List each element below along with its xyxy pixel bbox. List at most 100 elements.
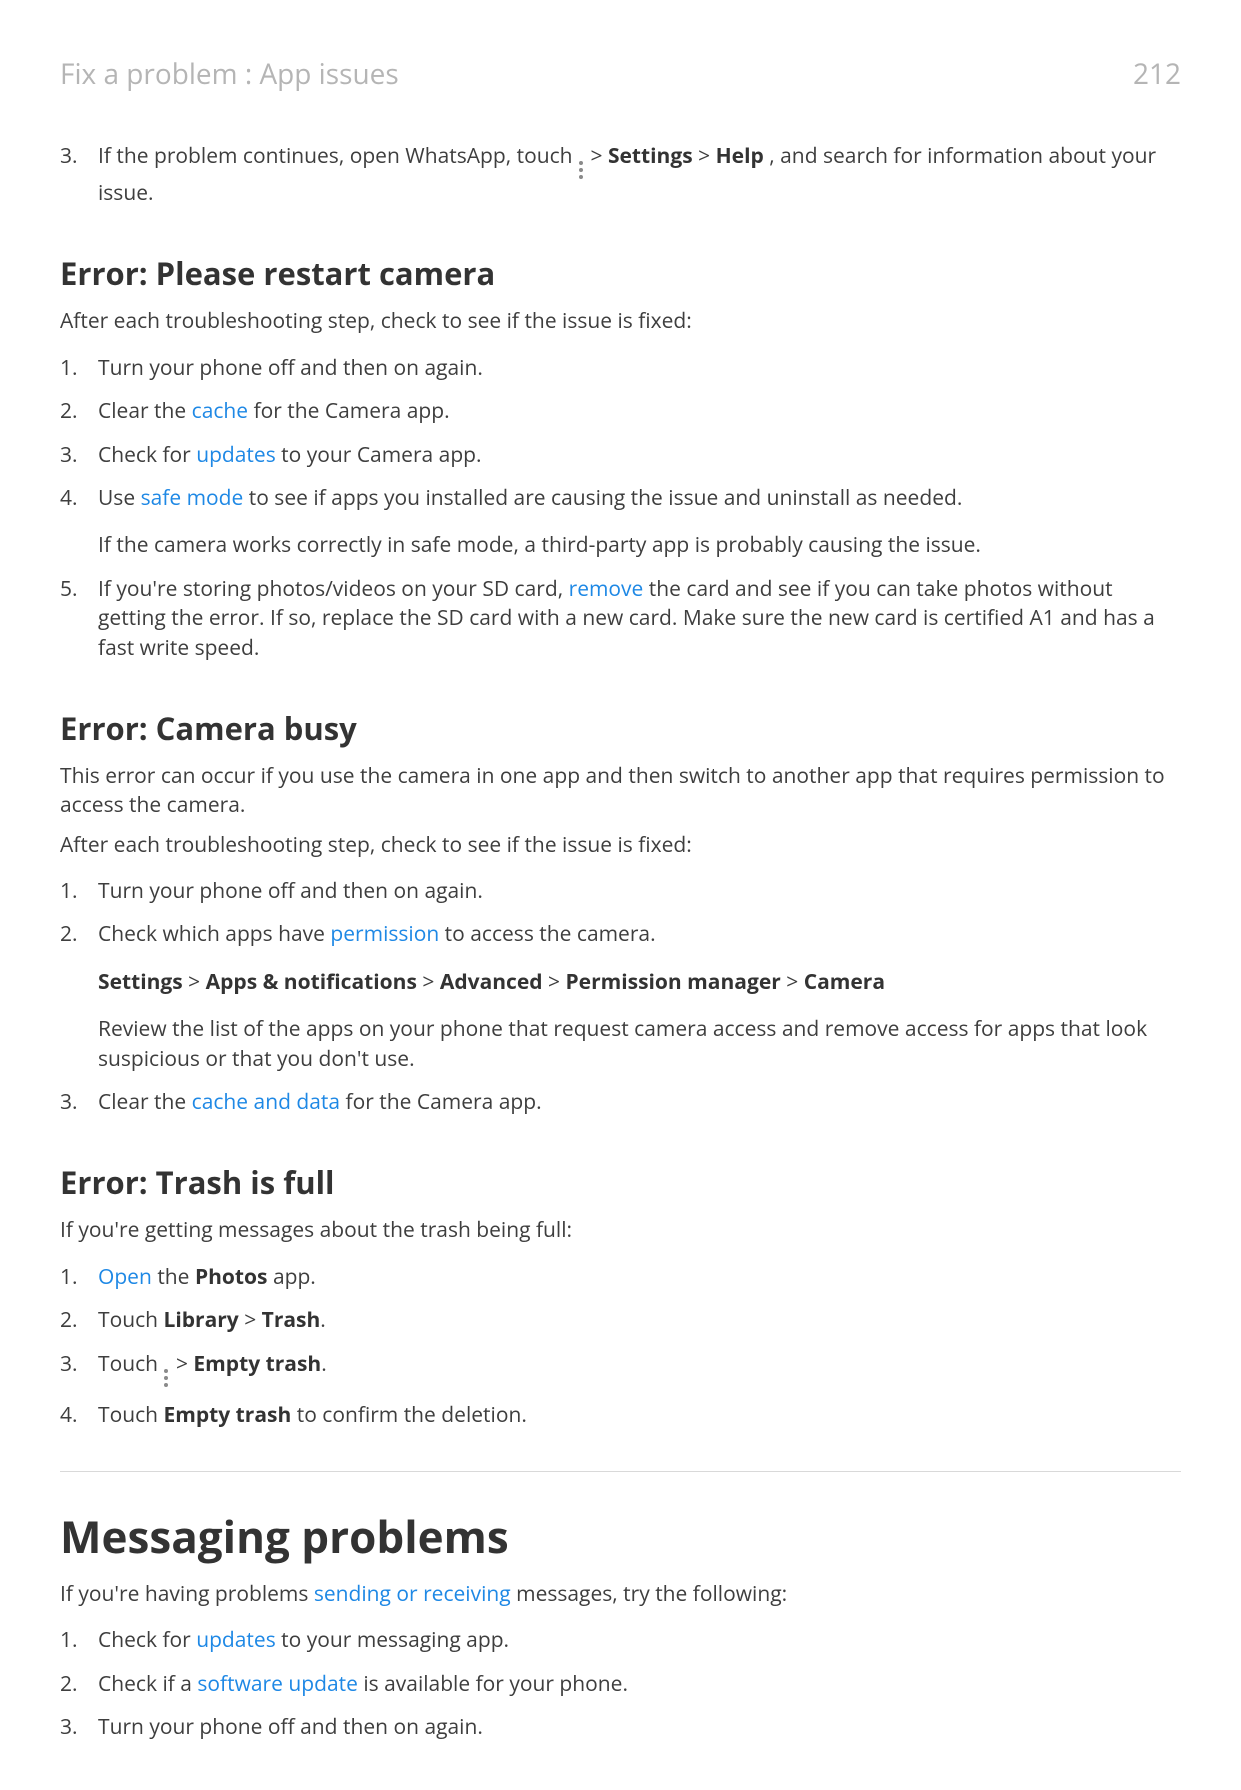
heading-trash-full: Error: Trash is full (60, 1162, 1181, 1204)
messaging-list: 1. Check for updates to your messaging a… (60, 1619, 1181, 1749)
link-cache-data[interactable]: cache and data (192, 1088, 340, 1116)
text: Touch (98, 1306, 163, 1334)
paragraph: If you're having problems sending or rec… (60, 1580, 1181, 1609)
text: Check for (98, 1626, 196, 1654)
list-item: 3. Check for updates to your Camera app. (60, 434, 1181, 477)
sep: > (176, 1350, 193, 1378)
text: If you're having problems (60, 1580, 314, 1608)
bold: Apps & notifications (206, 968, 417, 996)
list-item: 2. Check if a software update is availab… (60, 1663, 1181, 1706)
bold: Settings (608, 142, 693, 170)
list-item: 3. Touch > Empty trash. (60, 1343, 1181, 1394)
list-body: Turn your phone off and then on again. (98, 1713, 1181, 1742)
page-header: Fix a problem : App issues 212 (60, 55, 1181, 93)
sub-paragraph: If the camera works correctly in safe mo… (98, 531, 1181, 560)
list-number: 1. (60, 1263, 98, 1292)
list-number: 1. (60, 877, 98, 906)
list-body: Turn your phone off and then on again. (98, 877, 1181, 906)
list-item: 1. Check for updates to your messaging a… (60, 1619, 1181, 1662)
list-body: Touch Empty trash to confirm the deletio… (98, 1401, 1181, 1430)
link-open[interactable]: Open (98, 1263, 152, 1291)
page: Fix a problem : App issues 212 3. If the… (0, 0, 1241, 1790)
list-number: 1. (60, 354, 98, 383)
text: to your Camera app. (276, 441, 482, 469)
list-number: 3. (60, 1713, 98, 1742)
more-vert-icon (164, 1369, 169, 1387)
sep: > (781, 968, 804, 996)
list-number: 5. (60, 575, 98, 663)
divider (60, 1471, 1181, 1472)
link-settings[interactable]: Settings (98, 968, 183, 996)
sub-paragraph: Review the list of the apps on your phon… (98, 1015, 1181, 1074)
paragraph: After each troubleshooting step, check t… (60, 831, 1181, 860)
bold: Empty trash (193, 1350, 321, 1378)
list-number: 2. (60, 1670, 98, 1699)
restart-camera-list: 1. Turn your phone off and then on again… (60, 347, 1181, 670)
paragraph: If you're getting messages about the tra… (60, 1216, 1181, 1245)
breadcrumb: Fix a problem : App issues (60, 55, 399, 93)
camera-busy-list: 1. Turn your phone off and then on again… (60, 870, 1181, 1124)
text: is available for your phone. (358, 1670, 628, 1698)
list-number: 3. (60, 142, 98, 208)
bold: Photos (195, 1263, 268, 1291)
text: to your messaging app. (276, 1626, 509, 1654)
bold: Advanced (440, 968, 543, 996)
link-updates[interactable]: updates (196, 441, 276, 469)
paragraph: After each troubleshooting step, check t… (60, 307, 1181, 336)
sep: > (417, 968, 440, 996)
settings-path: Settings > Apps & notifications > Advanc… (98, 968, 1181, 997)
list-number: 3. (60, 1350, 98, 1387)
bold: Trash (262, 1306, 321, 1334)
list-number: 4. (60, 484, 98, 561)
list-body: If you're storing photos/videos on your … (98, 575, 1181, 663)
list-item: 2. Check which apps have permission to a… (60, 913, 1181, 1081)
link-updates[interactable]: updates (196, 1626, 276, 1654)
list-body: Check which apps have permission to acce… (98, 920, 1181, 1074)
heading-messaging: Messaging problems (60, 1506, 1181, 1566)
link-software-update[interactable]: software update (197, 1670, 357, 1698)
sep: > (239, 1306, 262, 1334)
link-permission[interactable]: permission (330, 920, 439, 948)
heading-camera-busy: Error: Camera busy (60, 708, 1181, 750)
list-item: 1. Open the Photos app. (60, 1256, 1181, 1299)
list-body: Use safe mode to see if apps you install… (98, 484, 1181, 561)
text: Check for (98, 441, 196, 469)
link-remove[interactable]: remove (569, 575, 644, 603)
sep: > (590, 142, 607, 170)
list-body: Touch Library > Trash. (98, 1306, 1181, 1335)
text: to access the camera. (439, 920, 655, 948)
more-vert-icon (579, 161, 584, 179)
link-safe-mode[interactable]: safe mode (141, 484, 244, 512)
list-body: Check for updates to your Camera app. (98, 441, 1181, 470)
list-body: Clear the cache and data for the Camera … (98, 1088, 1181, 1117)
bold: Camera (804, 968, 885, 996)
bold: Library (163, 1306, 238, 1334)
list-item: 5. If you're storing photos/videos on yo… (60, 568, 1181, 670)
trash-list: 1. Open the Photos app. 2. Touch Library… (60, 1256, 1181, 1437)
list-item: 1. Turn your phone off and then on again… (60, 347, 1181, 390)
list-item: 4. Use safe mode to see if apps you inst… (60, 477, 1181, 568)
list-body: Open the Photos app. (98, 1263, 1181, 1292)
continuation-list: 3. If the problem continues, open WhatsA… (60, 135, 1181, 215)
text: Touch (98, 1401, 163, 1429)
list-number: 1. (60, 1626, 98, 1655)
text: to confirm the deletion. (291, 1401, 527, 1429)
list-item: 3. Turn your phone off and then on again… (60, 1706, 1181, 1749)
text: for the Camera app. (248, 397, 450, 425)
list-body: Check if a software update is available … (98, 1670, 1181, 1699)
text: Check which apps have (98, 920, 330, 948)
text: for the Camera app. (340, 1088, 542, 1116)
bold: Help (716, 142, 764, 170)
link-cache[interactable]: cache (192, 397, 248, 425)
list-number: 3. (60, 441, 98, 470)
list-item: 3. If the problem continues, open WhatsA… (60, 135, 1181, 215)
list-body: Touch > Empty trash. (98, 1350, 1181, 1387)
link-sending-receiving[interactable]: sending or receiving (314, 1580, 511, 1608)
page-number: 212 (1133, 55, 1181, 93)
sep: > (183, 968, 206, 996)
text: Check if a (98, 1670, 197, 1698)
bold: Permission manager (565, 968, 780, 996)
list-item: 2. Touch Library > Trash. (60, 1299, 1181, 1342)
text: Clear the (98, 397, 192, 425)
text: app. (267, 1263, 315, 1291)
